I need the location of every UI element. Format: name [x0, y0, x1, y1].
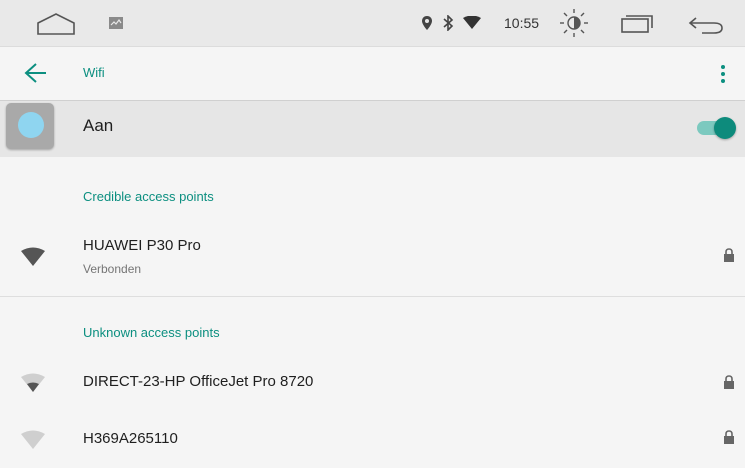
- lock-icon: [723, 248, 735, 262]
- app-bar: Wifi: [0, 47, 745, 99]
- home-icon[interactable]: [34, 12, 78, 36]
- section-title-credible: Credible access points: [83, 189, 214, 204]
- network-item[interactable]: HUAWEI P30 Pro Verbonden: [0, 227, 745, 283]
- wifi-signal-weak-icon: [20, 373, 46, 393]
- network-name: HUAWEI P30 Pro: [83, 237, 201, 254]
- divider: [0, 296, 745, 297]
- network-name: DIRECT-23-HP OfficeJet Pro 8720: [83, 373, 314, 390]
- arrow-back-icon[interactable]: [24, 62, 48, 84]
- section-title-unknown: Unknown access points: [83, 325, 220, 340]
- network-item[interactable]: H369A265110: [0, 412, 745, 468]
- touch-indicator-dot: [18, 112, 44, 138]
- network-item[interactable]: DIRECT-23-HP OfficeJet Pro 8720: [0, 355, 745, 411]
- recent-apps-icon[interactable]: [620, 14, 654, 34]
- bluetooth-icon: [442, 15, 454, 31]
- location-icon: [421, 15, 433, 31]
- wifi-signal-weak-icon: [20, 430, 46, 450]
- switch-thumb: [714, 117, 736, 139]
- wifi-signal-icon: [20, 247, 46, 267]
- clock: 10:55: [504, 15, 540, 31]
- wifi-icon: [462, 16, 482, 30]
- wifi-toggle-row[interactable]: Aan: [0, 100, 745, 157]
- status-bar: 10:55: [0, 0, 745, 47]
- lock-icon: [723, 375, 735, 389]
- back-icon[interactable]: [688, 15, 724, 35]
- page-title: Wifi: [83, 65, 105, 80]
- network-name: H369A265110: [83, 430, 178, 447]
- brightness-icon[interactable]: [557, 8, 591, 38]
- more-vert-icon[interactable]: [719, 64, 727, 84]
- image-icon: [108, 16, 124, 30]
- network-status: Verbonden: [83, 262, 142, 276]
- touch-indicator: [6, 103, 54, 149]
- wifi-toggle-label: Aan: [83, 116, 114, 135]
- lock-icon: [723, 430, 735, 444]
- wifi-switch[interactable]: [697, 115, 737, 139]
